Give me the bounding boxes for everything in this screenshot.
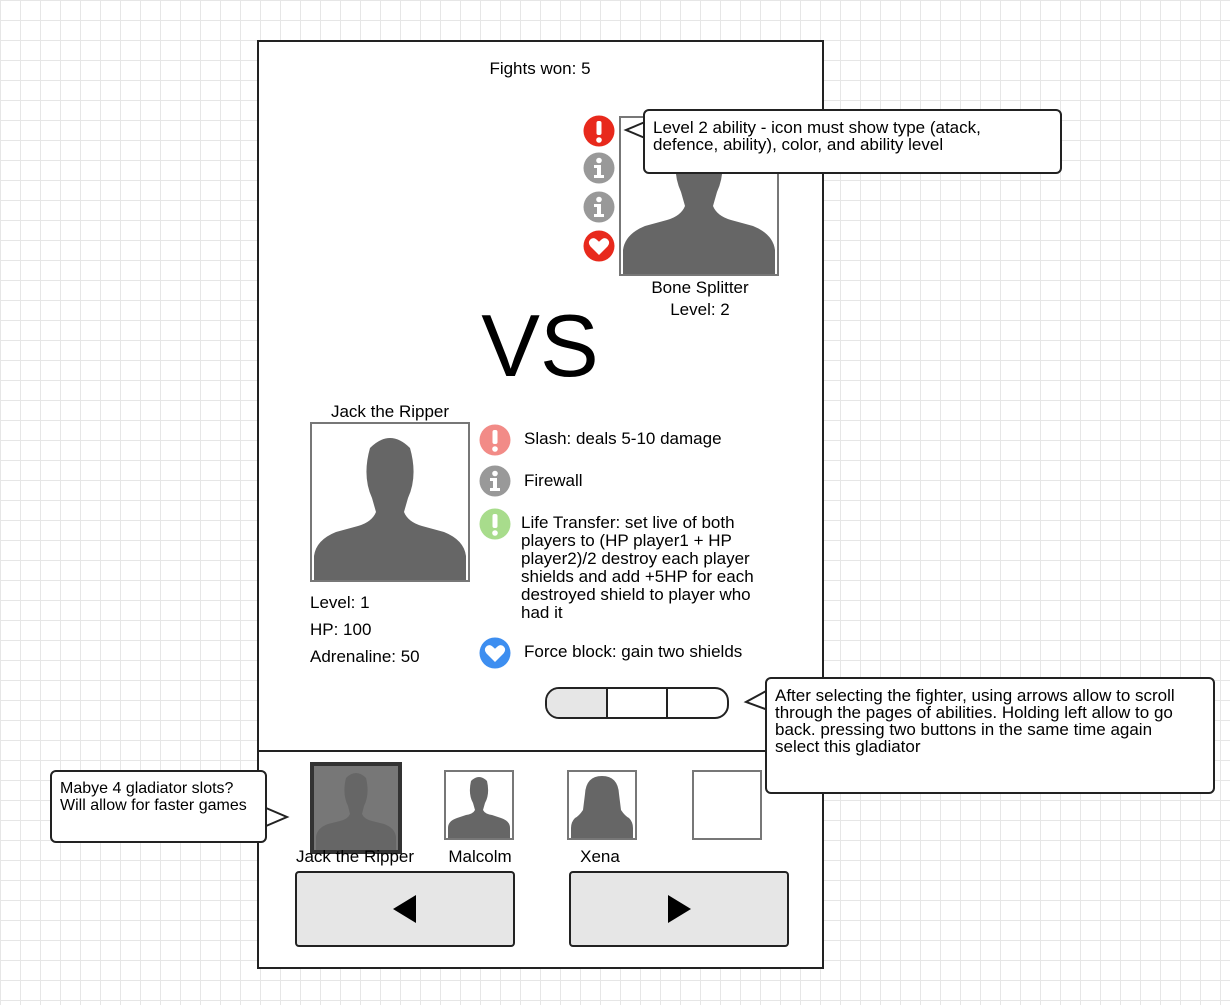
roster-name-2: Malcolm (448, 847, 512, 866)
player-adrenaline: Adrenaline: 50 (310, 647, 420, 666)
roster-name-3: Xena (580, 847, 620, 866)
roster-slot-empty[interactable] (692, 770, 762, 840)
female-silhouette-icon (571, 776, 633, 838)
opponent-ability-icon-4 (583, 230, 615, 262)
heart-icon (479, 637, 511, 669)
opponent-ability-icon-1 (583, 115, 615, 147)
opponent-ability-icon-3 (583, 191, 615, 223)
ability-icon-force-block (479, 637, 511, 669)
exclamation-icon (479, 424, 511, 456)
ability-icon-firewall (479, 465, 511, 497)
person-silhouette-icon (316, 773, 396, 850)
opponent-ability-icon-2 (583, 152, 615, 184)
player-portrait (310, 422, 470, 582)
roster-slot-1[interactable] (310, 762, 402, 854)
ability-icon-life-transfer (479, 508, 511, 540)
person-silhouette-icon (448, 777, 510, 838)
roster-divider (259, 750, 822, 752)
ability-label-life-transfer: Life Transfer: set live of both players … (521, 513, 754, 622)
exclamation-icon (583, 115, 615, 147)
next-button[interactable] (569, 871, 789, 947)
ability-page-2[interactable] (605, 689, 667, 717)
triangle-right-icon (668, 895, 691, 923)
heart-icon (583, 230, 615, 262)
roster-slot-2[interactable] (444, 770, 514, 840)
info-icon (479, 465, 511, 497)
roster-slot-3[interactable] (567, 770, 637, 840)
ability-page-3[interactable] (666, 689, 727, 717)
roster-name-1: Jack the Ripper (295, 847, 415, 866)
player-hp: HP: 100 (310, 620, 372, 639)
player-name: Jack the Ripper (330, 402, 450, 421)
ability-page-1[interactable] (547, 689, 606, 717)
opponent-name: Bone Splitter (651, 278, 749, 297)
info-icon (583, 191, 615, 223)
player-level: Level: 1 (310, 593, 370, 612)
ability-label-slash: Slash: deals 5-10 damage (524, 429, 722, 448)
callout-pointer (265, 807, 290, 827)
ability-scroll-note: After selecting the fighter, using arrow… (765, 677, 1215, 794)
ability-page-indicator[interactable] (545, 687, 729, 719)
gladiator-slots-note: Mabye 4 gladiator slots? Will allow for … (50, 770, 267, 843)
previous-button[interactable] (295, 871, 515, 947)
opponent-level: Level: 2 (670, 300, 730, 319)
info-icon (583, 152, 615, 184)
fights-won-label: Fights won: 5 (489, 59, 591, 78)
versus-label: VS (481, 296, 599, 395)
exclamation-icon (479, 508, 511, 540)
ability-label-force-block: Force block: gain two shields (524, 642, 743, 661)
ability-label-firewall: Firewall (524, 471, 583, 490)
person-silhouette-icon (314, 438, 466, 580)
ability-icon-slash (479, 424, 511, 456)
ability-level-note: Level 2 ability - icon must show type (a… (643, 109, 1062, 174)
triangle-left-icon (393, 895, 416, 923)
